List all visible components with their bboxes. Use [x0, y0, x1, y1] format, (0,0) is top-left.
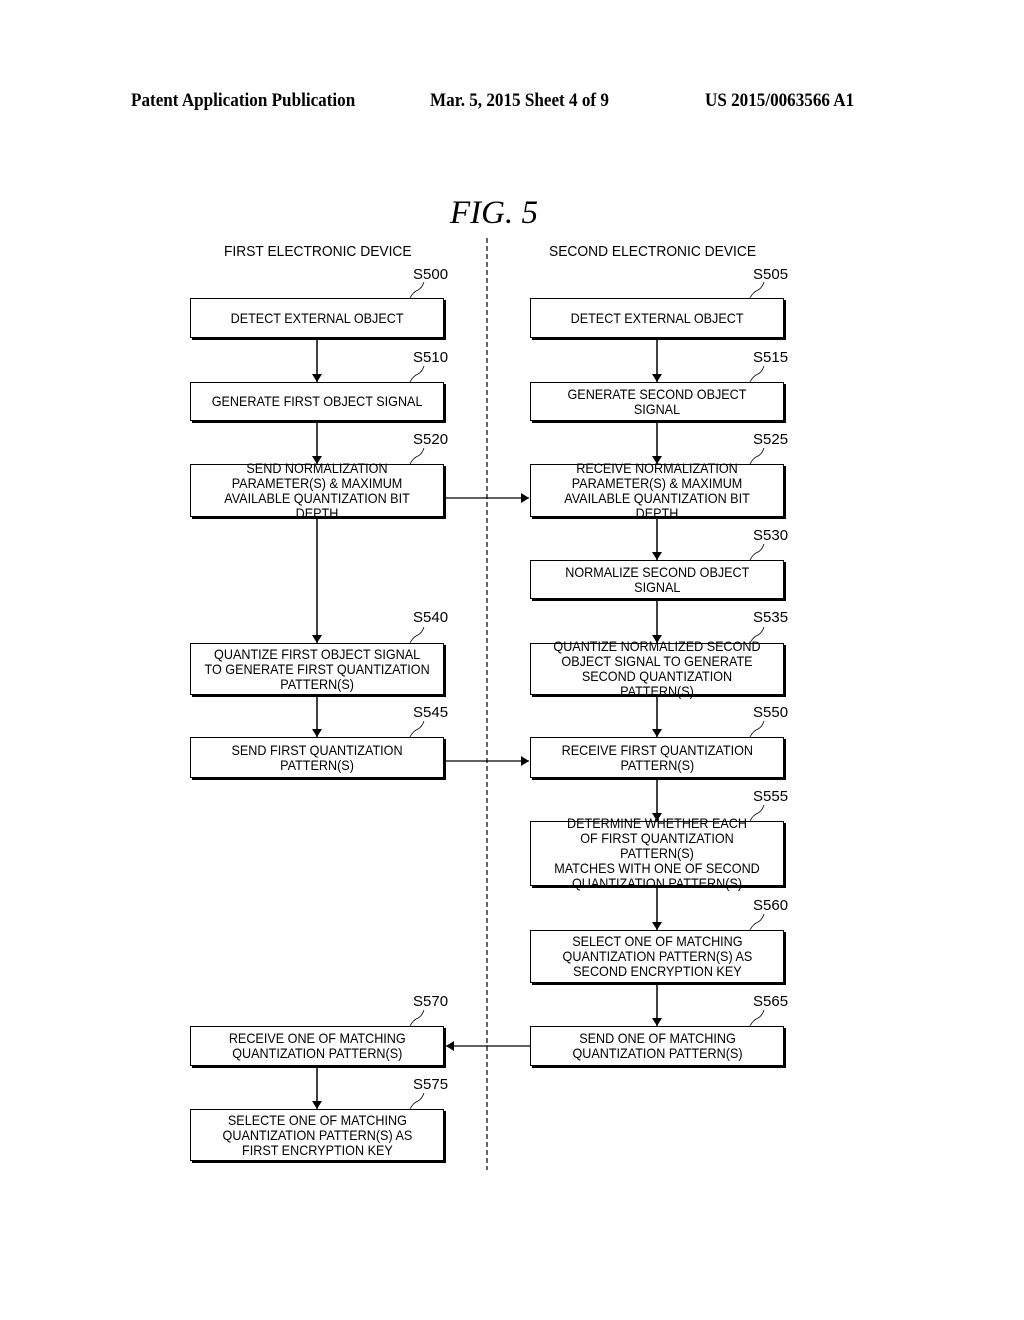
step-text-s540: QUANTIZE FIRST OBJECT SIGNAL TO GENERATE… [204, 645, 430, 692]
step-text-s500: DETECT EXTERNAL OBJECT [230, 309, 404, 326]
step-label-s540: S540 [413, 609, 449, 626]
step-text-s550: RECEIVE FIRST QUANTIZATION PATTERN(S) [561, 741, 753, 773]
step-box-s500: DETECT EXTERNAL OBJECT [190, 298, 444, 338]
step-box-s575: SELECTE ONE OF MATCHING QUANTIZATION PAT… [190, 1109, 444, 1161]
step-label-s520: S520 [413, 431, 449, 448]
step-label-s510: S510 [413, 349, 449, 366]
step-label-s505: S505 [753, 266, 789, 283]
step-label-s560: S560 [753, 897, 789, 914]
step-text-s560: SELECT ONE OF MATCHING QUANTIZATION PATT… [562, 933, 752, 979]
step-label-s570: S570 [413, 993, 449, 1010]
step-box-s525: RECEIVE NORMALIZATION PARAMETER(S) & MAX… [530, 460, 784, 520]
step-label-s500: S500 [413, 266, 449, 283]
step-box-s530: NORMALIZE SECOND OBJECT SIGNAL [530, 560, 784, 599]
step-box-s505: DETECT EXTERNAL OBJECT [530, 298, 784, 338]
step-label-s575: S575 [413, 1076, 449, 1093]
step-box-s520: SEND NORMALIZATION PARAMETER(S) & MAXIMU… [190, 460, 444, 520]
step-box-s555: DETERMINE WHETHER EACH OF FIRST QUANTIZA… [530, 816, 784, 891]
step-text-s545: SEND FIRST QUANTIZATION PATTERN(S) [231, 741, 403, 773]
step-text-s510: GENERATE FIRST OBJECT SIGNAL [211, 393, 423, 409]
step-text-s505: DETECT EXTERNAL OBJECT [570, 309, 744, 326]
step-text-s520: SEND NORMALIZATION PARAMETER(S) & MAXIMU… [224, 459, 410, 521]
step-label-s550: S550 [753, 704, 789, 721]
step-box-s535: QUANTIZE NORMALIZED SECOND OBJECT SIGNAL… [530, 639, 784, 699]
step-label-s530: S530 [753, 527, 789, 544]
step-text-s555: DETERMINE WHETHER EACH OF FIRST QUANTIZA… [554, 815, 760, 891]
step-label-s525: S525 [753, 431, 789, 448]
step-box-s570: RECEIVE ONE OF MATCHING QUANTIZATION PAT… [190, 1026, 444, 1066]
step-text-s525: RECEIVE NORMALIZATION PARAMETER(S) & MAX… [564, 459, 750, 521]
step-text-s530: NORMALIZE SECOND OBJECT SIGNAL [564, 563, 750, 595]
step-box-s515: GENERATE SECOND OBJECT SIGNAL [530, 382, 784, 421]
step-label-s545: S545 [413, 704, 449, 721]
step-text-s575: SELECTE ONE OF MATCHING QUANTIZATION PAT… [222, 1111, 412, 1158]
step-text-s535: QUANTIZE NORMALIZED SECOND OBJECT SIGNAL… [553, 638, 761, 699]
step-box-s565: SEND ONE OF MATCHING QUANTIZATION PATTER… [530, 1026, 784, 1066]
step-box-s550: RECEIVE FIRST QUANTIZATION PATTERN(S) [530, 737, 784, 778]
step-text-s565: SEND ONE OF MATCHING QUANTIZATION PATTER… [571, 1030, 743, 1061]
step-label-s515: S515 [753, 349, 789, 366]
step-label-s535: S535 [753, 609, 789, 626]
step-box-s510: GENERATE FIRST OBJECT SIGNAL [190, 382, 444, 421]
step-label-s565: S565 [753, 993, 789, 1010]
step-text-s515: GENERATE SECOND OBJECT SIGNAL [567, 385, 747, 417]
step-box-s540: QUANTIZE FIRST OBJECT SIGNAL TO GENERATE… [190, 643, 444, 695]
step-text-s570: RECEIVE ONE OF MATCHING QUANTIZATION PAT… [228, 1030, 406, 1061]
step-label-s555: S555 [753, 788, 789, 805]
step-box-s545: SEND FIRST QUANTIZATION PATTERN(S) [190, 737, 444, 778]
step-box-s560: SELECT ONE OF MATCHING QUANTIZATION PATT… [530, 930, 784, 983]
flow-connectors [312, 238, 765, 1170]
